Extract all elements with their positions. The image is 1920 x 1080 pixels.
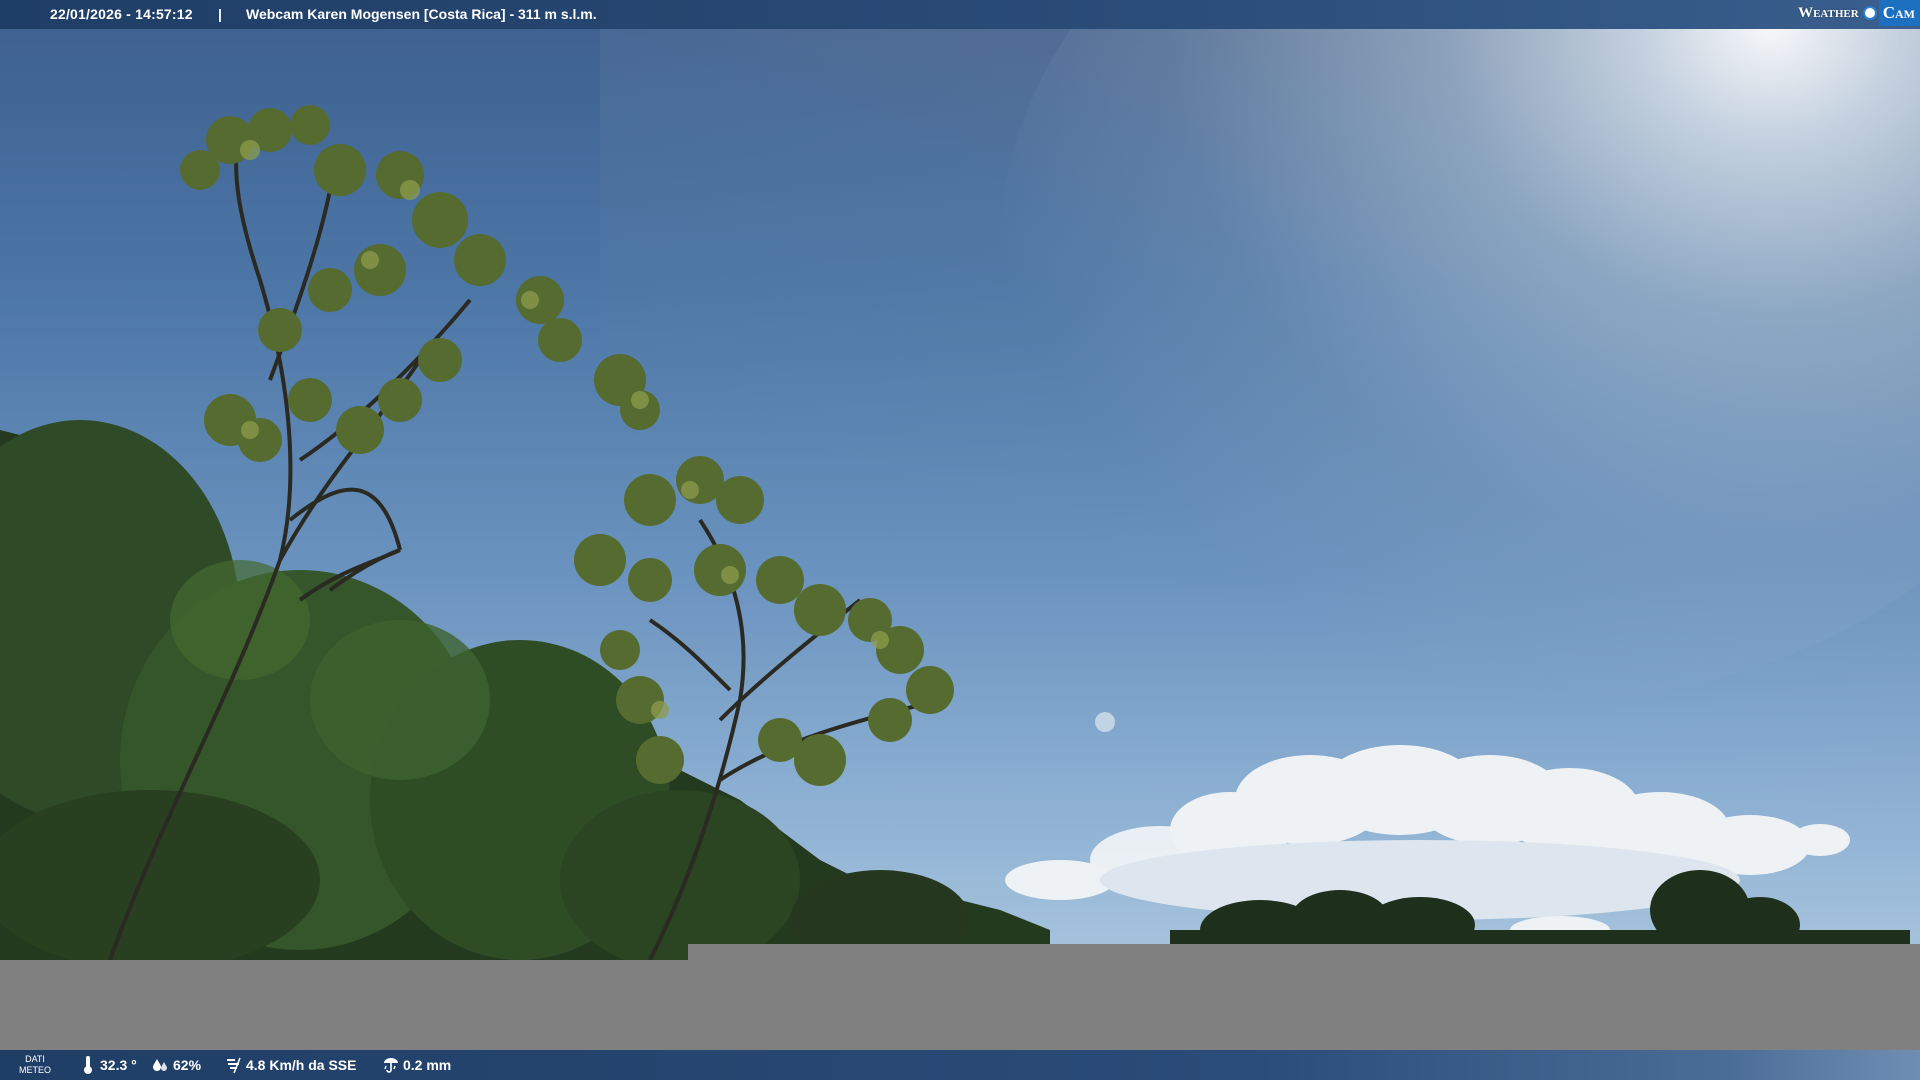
logo-dot-icon — [1862, 6, 1877, 20]
wind-icon — [225, 1055, 243, 1075]
dati-meteo-line2: METEO — [18, 1065, 51, 1075]
forest-left — [0, 420, 1050, 960]
humidity-reading: 62% — [152, 1050, 201, 1080]
dati-meteo-line1: DATI — [25, 1054, 45, 1064]
webcam-frame: 22/01/2026 - 14:57:12 | Webcam Karen Mog… — [0, 0, 1920, 1080]
temperature-value: 32.3 ° — [100, 1057, 137, 1073]
dati-meteo-label: DATI METEO — [18, 1054, 52, 1076]
webcam-image — [0, 0, 1920, 960]
wind-reading: 4.8 Km/h da SSE — [225, 1050, 356, 1080]
title-separator: | — [218, 6, 222, 22]
weathercam-logo: Weather Cam — [1798, 0, 1920, 26]
temperature-reading: 32.3 ° — [79, 1050, 137, 1080]
wind-value: 4.8 Km/h da SSE — [246, 1057, 357, 1073]
humidity-drops-icon — [152, 1055, 170, 1075]
capture-datetime: 22/01/2026 - 14:57:12 — [50, 6, 193, 22]
logo-weather-text: Weather — [1798, 4, 1859, 21]
rain-gauge-icon — [382, 1055, 400, 1075]
weather-data-bar: DATI METEO 32.3 ° 62% 4.8 Km/h da SSE 0.… — [0, 1050, 1920, 1080]
top-info-bar: 22/01/2026 - 14:57:12 | Webcam Karen Mog… — [0, 0, 1920, 29]
thermometer-icon — [79, 1055, 97, 1075]
rain-reading: 0.2 mm — [382, 1050, 451, 1080]
rain-value: 0.2 mm — [403, 1057, 452, 1073]
humidity-value: 62% — [173, 1057, 202, 1073]
webcam-title: Webcam Karen Mogensen [Costa Rica] - 311… — [246, 6, 597, 22]
image-mask-panel — [688, 944, 1920, 960]
logo-cam-text: Cam — [1878, 0, 1920, 26]
landscape-scene — [0, 105, 1910, 960]
